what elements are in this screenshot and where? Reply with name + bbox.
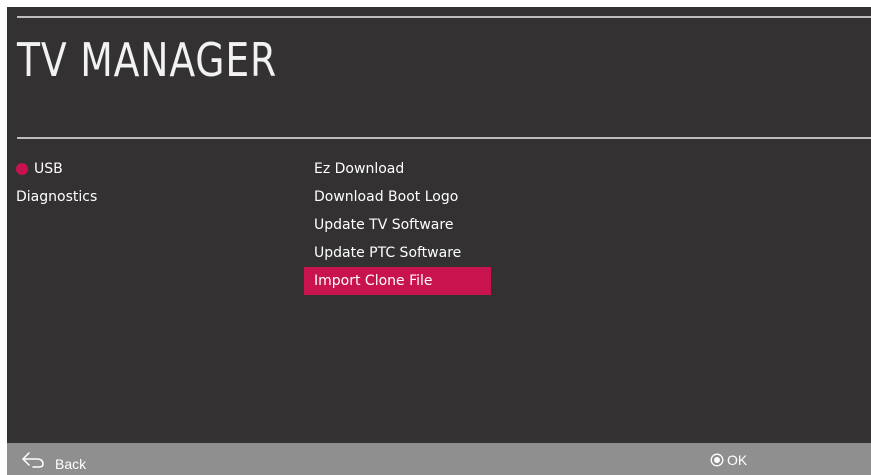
page-title: TV MANAGER	[17, 33, 278, 87]
ok-circle-icon	[710, 453, 724, 467]
category-item-usb[interactable]: USB	[16, 155, 97, 183]
usb-options-menu: Ez Download Download Boot Logo Update TV…	[304, 155, 491, 295]
tv-manager-screen: TV MANAGER USB Diagnostics Ez Download D…	[7, 7, 871, 475]
category-item-label: Diagnostics	[16, 189, 98, 205]
ok-label: OK	[727, 452, 748, 468]
menu-item-ez-download[interactable]: Ez Download	[304, 155, 491, 183]
header-divider	[17, 137, 871, 139]
active-dot-icon	[16, 163, 28, 175]
category-item-diagnostics[interactable]: Diagnostics	[16, 183, 97, 211]
back-label: Back	[55, 456, 87, 472]
menu-item-update-ptc-software[interactable]: Update PTC Software	[304, 239, 491, 267]
ok-button[interactable]: OK	[710, 451, 747, 469]
top-divider	[17, 16, 871, 18]
menu-item-import-clone-file[interactable]: Import Clone File	[304, 267, 491, 295]
back-button[interactable]: Back	[21, 449, 87, 472]
menu-item-update-tv-software[interactable]: Update TV Software	[304, 211, 491, 239]
category-item-label: USB	[34, 161, 63, 177]
footer-bar: Back OK	[7, 443, 871, 475]
category-menu: USB Diagnostics	[16, 155, 97, 211]
back-arrow-icon	[22, 452, 44, 468]
menu-item-download-boot-logo[interactable]: Download Boot Logo	[304, 183, 491, 211]
